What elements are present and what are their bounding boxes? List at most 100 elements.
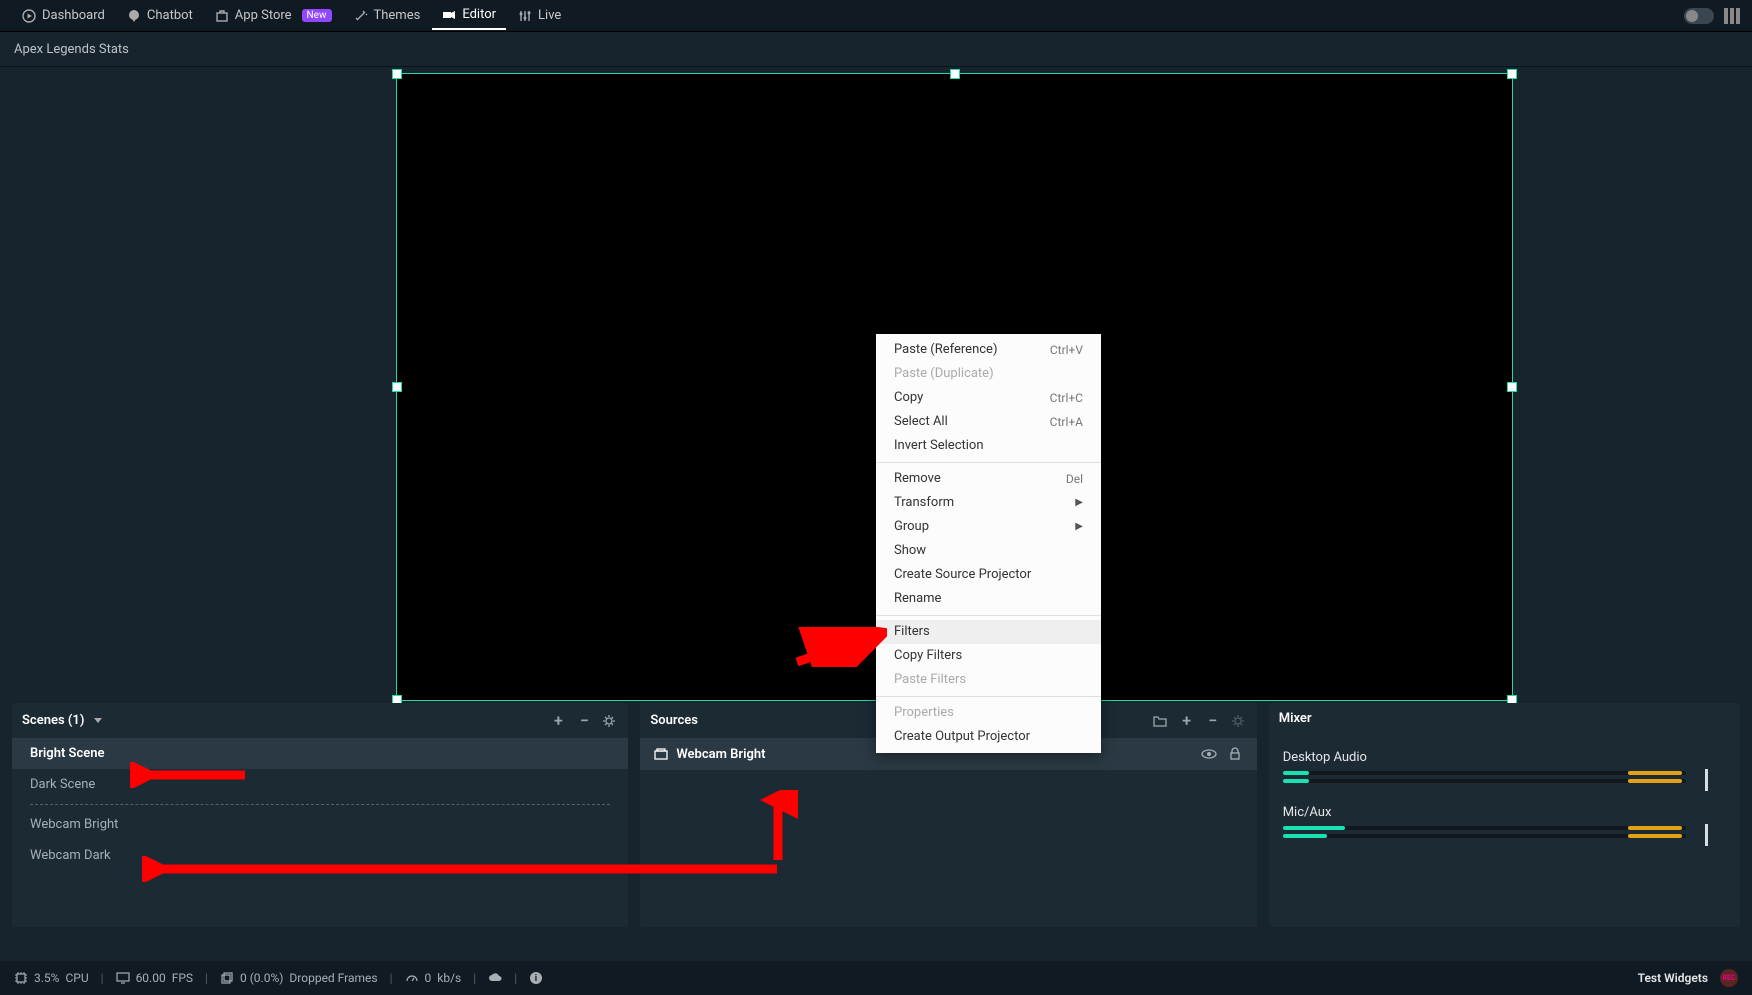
- ctx-separator: [876, 462, 1101, 463]
- ctx-label: Copy: [894, 389, 923, 407]
- ctx-copy-filters[interactable]: Copy Filters: [876, 644, 1101, 668]
- nav-appstore[interactable]: App Store New: [205, 2, 342, 29]
- add-source-button[interactable]: +: [1179, 711, 1195, 730]
- ctx-filters[interactable]: Filters: [876, 620, 1101, 644]
- ctx-show[interactable]: Show: [876, 539, 1101, 563]
- svg-text:i: i: [535, 974, 537, 984]
- status-fps: 60.00 FPS: [116, 971, 193, 985]
- ctx-remove[interactable]: Remove Del: [876, 467, 1101, 491]
- mixer-header: Mixer: [1269, 703, 1740, 734]
- ctx-label: Paste Filters: [894, 671, 966, 689]
- sources-list: Webcam Bright: [640, 738, 1256, 927]
- desktop-audio-meter[interactable]: [1283, 771, 1726, 791]
- scene-collection-icon: [654, 747, 668, 761]
- scene-item-webcam-bright[interactable]: Webcam Bright: [12, 809, 628, 840]
- dropped-label: Dropped Frames: [289, 971, 377, 985]
- ctx-label: Paste (Reference): [894, 341, 997, 359]
- scenes-panel: Scenes (1) + − Bright Scene Dark Scene W…: [12, 703, 628, 927]
- cpu-chip-icon: [14, 971, 28, 985]
- nav-themes[interactable]: Themes: [344, 2, 431, 29]
- frames-icon: [220, 971, 234, 985]
- ctx-create-source-projector[interactable]: Create Source Projector: [876, 563, 1101, 587]
- ctx-paste-reference[interactable]: Paste (Reference) Ctrl+V: [876, 338, 1101, 362]
- annotation-arrow-bright-scene: [130, 762, 250, 788]
- ctx-label: Remove: [894, 470, 941, 488]
- ctx-paste-duplicate: Paste (Duplicate): [876, 362, 1101, 386]
- top-nav: Dashboard Chatbot App Store New Themes: [0, 0, 1752, 32]
- scenes-list: Bright Scene Dark Scene Webcam Bright We…: [12, 738, 628, 927]
- app-subtitle: Apex Legends Stats: [14, 42, 129, 57]
- nav-dashboard-label: Dashboard: [42, 8, 105, 23]
- record-button[interactable]: REC: [1720, 969, 1738, 987]
- ctx-transform[interactable]: Transform ▶: [876, 491, 1101, 515]
- scene-item-dark[interactable]: Dark Scene: [12, 769, 628, 800]
- nav-left: Dashboard Chatbot App Store New Themes: [12, 1, 571, 30]
- nav-chatbot[interactable]: Chatbot: [117, 2, 203, 29]
- cloud-icon: [488, 971, 502, 985]
- test-widgets-button[interactable]: Test Widgets: [1638, 971, 1708, 985]
- ctx-create-output-projector[interactable]: Create Output Projector: [876, 725, 1101, 749]
- chat-icon: [127, 9, 141, 23]
- mixer-mic-label: Mic/Aux: [1283, 805, 1726, 820]
- wand-icon: [354, 9, 368, 23]
- ctx-group[interactable]: Group ▶: [876, 515, 1101, 539]
- ctx-label: Invert Selection: [894, 437, 984, 455]
- info-icon: i: [529, 971, 543, 985]
- annotation-arrow-webcam-bright-scene: [142, 856, 782, 882]
- scene-label: Dark Scene: [30, 777, 95, 792]
- ctx-label: Copy Filters: [894, 647, 962, 665]
- sources-title: Sources: [650, 713, 698, 728]
- remove-source-button[interactable]: −: [1205, 711, 1221, 730]
- ctx-select-all[interactable]: Select All Ctrl+A: [876, 410, 1101, 434]
- ctx-label: Create Source Projector: [894, 566, 1031, 584]
- visibility-icon[interactable]: [1201, 746, 1217, 762]
- ctx-copy[interactable]: Copy Ctrl+C: [876, 386, 1101, 410]
- mic-aux-meter[interactable]: [1283, 826, 1726, 846]
- fps-label: FPS: [172, 971, 193, 985]
- scene-settings-button[interactable]: [602, 714, 618, 728]
- scenes-title: Scenes (1): [22, 713, 84, 728]
- ctx-shortcut: Ctrl+A: [1050, 413, 1083, 431]
- rec-label: REC: [1722, 974, 1735, 982]
- nav-chatbot-label: Chatbot: [147, 8, 193, 23]
- play-circle-icon: [22, 9, 36, 23]
- nav-live[interactable]: Live: [508, 2, 571, 29]
- source-label: Webcam Bright: [676, 747, 765, 762]
- ctx-rename[interactable]: Rename: [876, 587, 1101, 611]
- resize-handle-mr[interactable]: [1507, 382, 1517, 392]
- remove-scene-button[interactable]: −: [576, 711, 592, 730]
- status-dropped: 0 (0.0%) Dropped Frames: [220, 971, 378, 985]
- resize-handle-tr[interactable]: [1507, 69, 1517, 79]
- layout-columns-icon[interactable]: [1724, 8, 1740, 24]
- dark-mode-toggle[interactable]: [1684, 8, 1714, 24]
- nav-editor-label: Editor: [462, 7, 496, 22]
- chevron-down-icon[interactable]: [94, 718, 102, 723]
- bitrate-value: 0: [425, 971, 432, 985]
- nav-editor[interactable]: Editor: [432, 1, 506, 30]
- store-icon: [215, 9, 229, 23]
- ctx-shortcut: Del: [1066, 470, 1083, 488]
- mixer-body: Desktop Audio Mic/Aux: [1269, 734, 1740, 870]
- equalizer-icon: [518, 9, 532, 23]
- resize-handle-ml[interactable]: [392, 382, 402, 392]
- source-settings-button[interactable]: [1231, 714, 1247, 728]
- status-bar: 3.5% CPU | 60.00 FPS | 0 (0.0%) Dropped …: [0, 961, 1752, 995]
- ctx-invert-selection[interactable]: Invert Selection: [876, 434, 1101, 458]
- ctx-label: Rename: [894, 590, 941, 608]
- scene-item-bright[interactable]: Bright Scene: [12, 738, 628, 769]
- scene-label: Webcam Dark: [30, 848, 111, 863]
- status-info[interactable]: i: [529, 971, 543, 985]
- status-cloud[interactable]: [488, 971, 502, 985]
- new-badge: New: [302, 9, 332, 22]
- add-scene-button[interactable]: +: [550, 711, 566, 730]
- list-separator: [30, 804, 610, 805]
- resize-handle-tm[interactable]: [950, 69, 960, 79]
- resize-handle-tl[interactable]: [392, 69, 402, 79]
- subtitle-row: Apex Legends Stats: [0, 32, 1752, 67]
- lock-icon[interactable]: [1227, 746, 1243, 762]
- bitrate-unit: kb/s: [437, 971, 461, 985]
- ctx-paste-filters: Paste Filters: [876, 668, 1101, 692]
- nav-dashboard[interactable]: Dashboard: [12, 2, 115, 29]
- folder-button[interactable]: [1153, 714, 1169, 728]
- scenes-header: Scenes (1) + −: [12, 703, 628, 738]
